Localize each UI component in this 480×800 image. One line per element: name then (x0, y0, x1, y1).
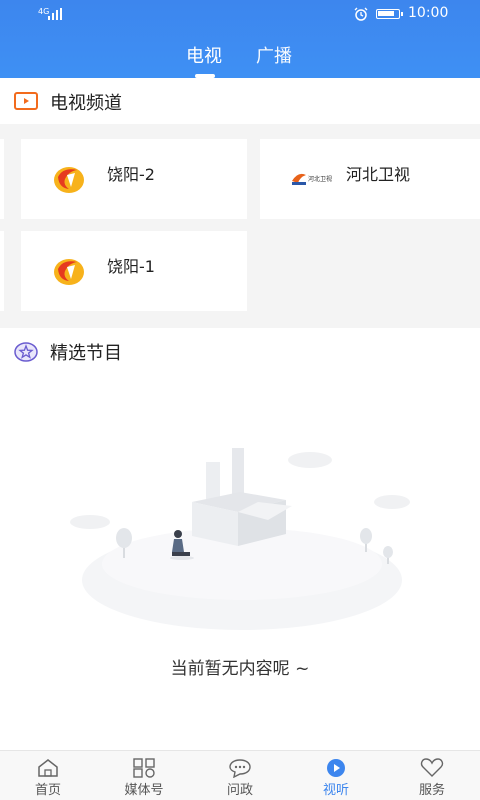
card-edge (0, 139, 4, 219)
featured-section-title: 精选节目 (50, 343, 122, 364)
header: 4G 10:00 电视 广播 (0, 0, 480, 78)
alarm-icon (354, 7, 368, 21)
channel-name: 饶阳-2 (107, 165, 155, 184)
status-time: 10:00 (408, 5, 449, 21)
raoyang-logo-icon (54, 167, 84, 193)
signal-icon (48, 8, 62, 20)
nav-label: 问政 (226, 783, 253, 798)
channel-card-hebei[interactable]: 河北卫视 河北卫视 (260, 139, 480, 219)
hebei-tv-logo-icon: 河北卫视 (292, 173, 332, 185)
nav-item-service[interactable]: 服务 (384, 751, 480, 800)
nav-label: 媒体号 (124, 783, 164, 798)
nav-label: 服务 (418, 783, 445, 798)
grid-icon (133, 758, 155, 778)
tab-tv[interactable]: 电视 (186, 42, 222, 68)
nav-label: 首页 (34, 783, 61, 798)
nav-item-wenzheng[interactable]: 问政 (192, 751, 288, 800)
empty-state-text: 当前暂无内容呢 ~ (170, 659, 310, 679)
channel-card-raoyang-2[interactable]: 饶阳-2 (21, 139, 247, 219)
tv-icon (14, 92, 38, 110)
battery-icon (376, 9, 403, 19)
play-icon (327, 759, 345, 777)
channel-name: 饶阳-1 (107, 257, 155, 276)
bottom-nav: 首页 媒体号 问政 视听 服务 (0, 750, 480, 800)
svg-text:河北卫视: 河北卫视 (308, 175, 332, 183)
card-edge (0, 231, 4, 311)
nav-label: 视听 (322, 783, 349, 798)
tv-section-header: 电视频道 (0, 78, 480, 124)
page: 4G 10:00 电视 广播 电视频道 饶阳-2 河北卫视 河北卫视 饶阳-1 … (0, 0, 480, 800)
status-bar: 4G 10:00 (0, 0, 480, 28)
nav-item-media-av[interactable]: 视听 (288, 751, 384, 800)
nav-item-media[interactable]: 媒体号 (96, 751, 192, 800)
tab-radio[interactable]: 广播 (256, 42, 292, 68)
home-icon (38, 759, 58, 777)
channel-grid: 饶阳-2 河北卫视 河北卫视 饶阳-1 (0, 124, 480, 328)
chat-icon (229, 759, 251, 778)
nav-item-home[interactable]: 首页 (0, 751, 96, 800)
tv-section-title: 电视频道 (50, 93, 122, 114)
heart-icon (420, 758, 444, 777)
empty-state: 当前暂无内容呢 ~ (0, 374, 480, 748)
tab-bar: 电视 广播 (0, 38, 480, 78)
empty-state-illustration (70, 448, 410, 630)
star-icon (14, 342, 38, 362)
featured-section-header: 精选节目 (0, 328, 480, 374)
raoyang-logo-icon (54, 259, 84, 285)
channel-card-raoyang-1[interactable]: 饶阳-1 (21, 231, 247, 311)
channel-name: 河北卫视 (346, 165, 411, 184)
